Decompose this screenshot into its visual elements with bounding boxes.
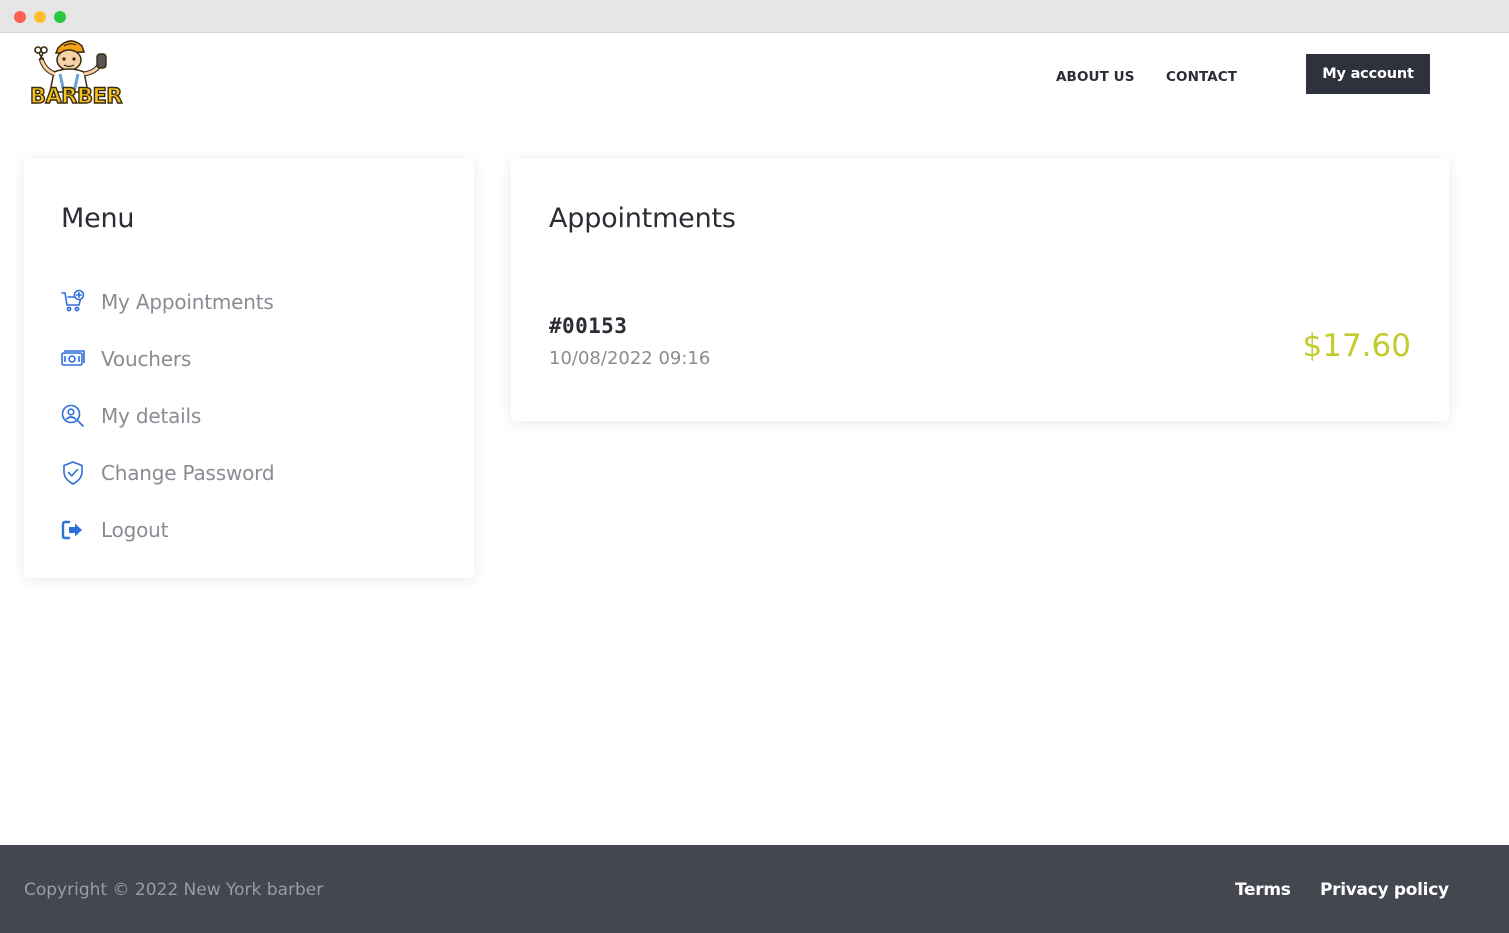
my-account-button[interactable]: My account xyxy=(1306,54,1430,94)
menu-item-vouchers[interactable]: Vouchers xyxy=(60,330,274,387)
menu-item-label: My details xyxy=(101,403,202,428)
user-search-icon xyxy=(60,403,86,429)
menu-item-label: My Appointments xyxy=(101,289,274,314)
window-maximize-button[interactable] xyxy=(54,11,66,23)
menu-item-logout[interactable]: Logout xyxy=(60,501,274,558)
window-close-button[interactable] xyxy=(14,11,26,23)
barber-logo[interactable]: BARBER xyxy=(24,36,128,118)
menu-item-change-password[interactable]: Change Password xyxy=(60,444,275,501)
nav-about-us[interactable]: ABOUT US xyxy=(1056,69,1135,85)
appointments-card: Appointments #00153 10/08/2022 09:16 $17… xyxy=(511,159,1449,421)
appointment-id: #00153 xyxy=(549,314,628,338)
window-minimize-button[interactable] xyxy=(34,11,46,23)
footer: Copyright © 2022 New York barber Terms P… xyxy=(0,845,1509,933)
menu-item-label: Change Password xyxy=(101,460,275,485)
nav-contact[interactable]: CONTACT xyxy=(1166,69,1237,85)
appointment-row[interactable]: #00153 10/08/2022 09:16 $17.60 xyxy=(549,314,1411,374)
logo-text: BARBER xyxy=(29,83,123,108)
footer-privacy-link[interactable]: Privacy policy xyxy=(1320,880,1449,900)
window-titlebar xyxy=(0,0,1509,33)
menu-item-my-appointments[interactable]: My Appointments xyxy=(60,273,274,330)
menu-list: My Appointments Vouchers My details Chan… xyxy=(60,273,275,558)
appointment-price: $17.60 xyxy=(1302,328,1411,364)
menu-card: Menu My Appointments Vouchers My details… xyxy=(24,159,474,578)
shield-check-icon xyxy=(60,460,86,486)
footer-copyright: Copyright © 2022 New York barber xyxy=(24,880,324,900)
menu-item-label: Logout xyxy=(101,517,169,542)
appointments-title: Appointments xyxy=(549,203,736,234)
menu-title: Menu xyxy=(61,203,135,234)
menu-item-label: Vouchers xyxy=(101,346,192,371)
cart-plus-icon xyxy=(60,289,86,315)
banknote-icon xyxy=(60,346,86,372)
menu-item-my-details[interactable]: My details xyxy=(60,387,274,444)
footer-terms-link[interactable]: Terms xyxy=(1235,880,1291,900)
appointment-date: 10/08/2022 09:16 xyxy=(549,348,711,369)
logout-icon xyxy=(60,517,86,543)
